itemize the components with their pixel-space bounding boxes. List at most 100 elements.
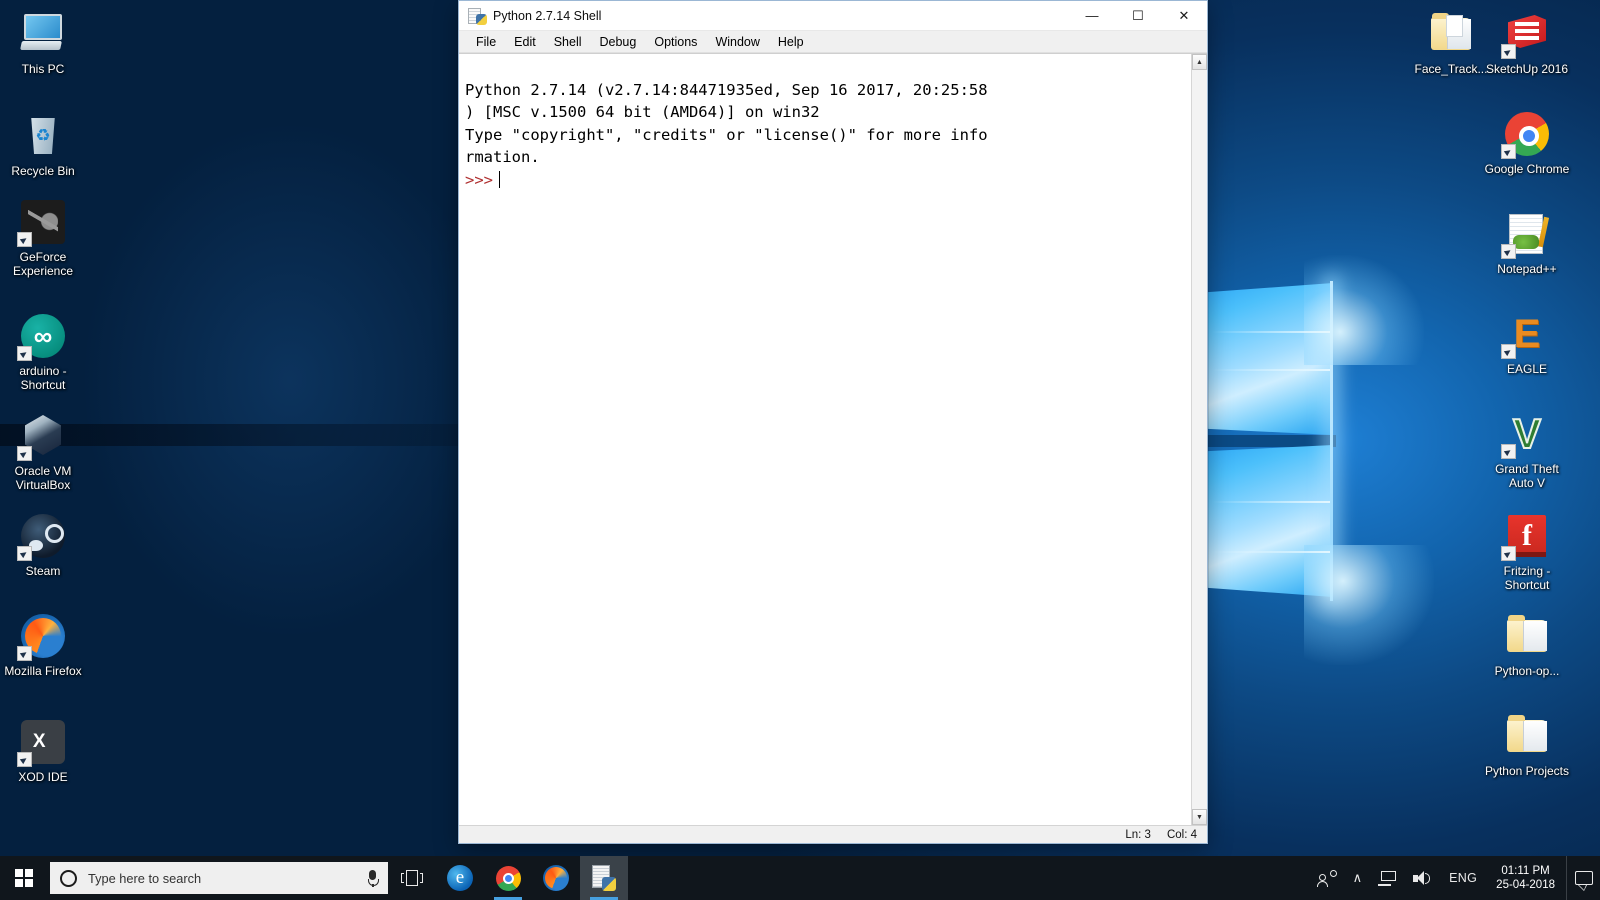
shortcut-overlay-icon: [1501, 546, 1516, 561]
scrollbar-track[interactable]: [1192, 70, 1207, 809]
action-center-button[interactable]: [1566, 856, 1600, 900]
icon-label: Grand Theft Auto V: [1495, 462, 1559, 490]
scroll-up-button[interactable]: ▲: [1192, 54, 1207, 70]
menu-debug[interactable]: Debug: [591, 33, 646, 51]
desktop-icon-sketchup-2016[interactable]: SketchUp 2016: [1484, 10, 1570, 76]
scroll-down-button[interactable]: ▼: [1192, 809, 1207, 825]
start-button[interactable]: [0, 856, 48, 900]
status-col: Col: 4: [1166, 828, 1197, 841]
desktop-icon-fritzing[interactable]: Fritzing - Shortcut: [1484, 512, 1570, 592]
edge-icon: e: [447, 865, 473, 891]
volume-button[interactable]: [1405, 856, 1441, 900]
desktop-icon-geforce-experience[interactable]: GeForce Experience: [0, 198, 86, 278]
shortcut-overlay-icon: [1501, 144, 1516, 159]
shell-line-1: Python 2.7.14 (v2.7.14:84471935ed, Sep 1…: [465, 80, 988, 99]
search-placeholder: Type here to search: [88, 870, 202, 886]
menu-file[interactable]: File: [467, 33, 505, 51]
shortcut-overlay-icon: [17, 752, 32, 767]
menu-edit[interactable]: Edit: [505, 33, 545, 51]
desktop-icon-face-track[interactable]: Face_Track...: [1408, 10, 1494, 76]
desktop-icon-mozilla-firefox[interactable]: Mozilla Firefox: [0, 612, 86, 678]
task-view-button[interactable]: [388, 856, 436, 900]
shell-line-3: Type "copyright", "credits" or "license(…: [465, 125, 988, 144]
eagle-icon: [1501, 310, 1551, 359]
taskbar-app-mozilla-firefox[interactable]: [532, 856, 580, 900]
shell-prompt: >>>: [465, 170, 493, 189]
menu-help[interactable]: Help: [769, 33, 813, 51]
vertical-scrollbar[interactable]: ▲ ▼: [1191, 54, 1207, 825]
python-shell-icon: [468, 7, 487, 25]
menubar[interactable]: File Edit Shell Debug Options Window Hel…: [459, 31, 1207, 53]
hero-streak: [1212, 331, 1330, 333]
desktop-icon-arduino[interactable]: arduino - Shortcut: [0, 312, 86, 392]
window-title: Python 2.7.14 Shell: [493, 8, 602, 23]
desktop-icon-google-chrome[interactable]: Google Chrome: [1484, 110, 1570, 176]
system-tray[interactable]: ∧ ENG 01:11 PM 25-04-2018: [1310, 856, 1600, 900]
task-view-icon: [401, 870, 423, 886]
shortcut-overlay-icon: [17, 346, 32, 361]
icon-label: XOD IDE: [18, 770, 68, 784]
shell-line-2: ) [MSC v.1500 64 bit (AMD64)] on win32: [465, 103, 820, 122]
people-button[interactable]: [1310, 856, 1345, 900]
shortcut-overlay-icon: [1501, 244, 1516, 259]
menu-window[interactable]: Window: [706, 33, 768, 51]
shortcut-overlay-icon: [17, 446, 32, 461]
taskbar[interactable]: Type here to search e ∧ ENG 01:11 PM 25-…: [0, 856, 1600, 900]
icon-label: Notepad++: [1497, 262, 1557, 276]
desktop-icon-this-pc[interactable]: This PC: [0, 10, 86, 76]
notepadpp-icon: [1501, 210, 1551, 259]
gta-v-icon: [1501, 410, 1551, 459]
menu-shell[interactable]: Shell: [545, 33, 591, 51]
shortcut-overlay-icon: [1501, 44, 1516, 59]
this-pc-icon: [19, 10, 67, 58]
desktop-icon-virtualbox[interactable]: Oracle VM VirtualBox: [0, 412, 86, 492]
taskbar-app-microsoft-edge[interactable]: e: [436, 856, 484, 900]
icon-label: Mozilla Firefox: [4, 664, 82, 678]
shell-output-area[interactable]: Python 2.7.14 (v2.7.14:84471935ed, Sep 1…: [459, 53, 1207, 825]
window-titlebar[interactable]: Python 2.7.14 Shell — ☐ ✕: [459, 1, 1207, 31]
network-icon: [1378, 870, 1397, 886]
xod-icon: [17, 718, 67, 767]
shell-text[interactable]: Python 2.7.14 (v2.7.14:84471935ed, Sep 1…: [459, 54, 1191, 825]
chrome-icon: [495, 865, 521, 891]
maximize-button[interactable]: ☐: [1115, 1, 1161, 31]
windows-hero-logo: [1208, 255, 1434, 685]
desktop-icon-eagle[interactable]: EAGLE: [1484, 310, 1570, 376]
desktop-icon-steam[interactable]: Steam: [0, 512, 86, 578]
desktop-icon-xod-ide[interactable]: XOD IDE: [0, 718, 86, 784]
windows-logo-icon: [15, 869, 33, 887]
hero-streak: [1212, 501, 1330, 503]
desktop[interactable]: This PC Recycle Bin GeForce Experience a…: [0, 0, 1600, 900]
firefox-icon: [543, 865, 569, 891]
minimize-button[interactable]: —: [1069, 1, 1115, 31]
desktop-icon-recycle-bin[interactable]: Recycle Bin: [0, 112, 86, 178]
language-indicator[interactable]: ENG: [1441, 856, 1485, 900]
desktop-icon-notepadpp[interactable]: Notepad++: [1484, 210, 1570, 276]
search-input[interactable]: Type here to search: [50, 862, 388, 894]
hero-flare-bottom: [1304, 545, 1434, 665]
taskbar-app-google-chrome[interactable]: [484, 856, 532, 900]
icon-label: Face_Track...: [1414, 62, 1488, 76]
icon-label: GeForce Experience: [12, 250, 74, 278]
firefox-icon: [17, 612, 67, 661]
desktop-icon-python-op[interactable]: Python-op...: [1484, 612, 1570, 678]
microphone-icon[interactable]: [365, 869, 380, 887]
close-button[interactable]: ✕: [1161, 1, 1207, 31]
wallpaper-glow-left: [80, 120, 500, 640]
taskbar-app-python-shell[interactable]: [580, 856, 628, 900]
desktop-icon-gta-v[interactable]: Grand Theft Auto V: [1484, 410, 1570, 490]
show-hidden-icons-button[interactable]: ∧: [1345, 856, 1371, 900]
clock[interactable]: 01:11 PM 25-04-2018: [1485, 856, 1566, 900]
steam-icon: [17, 512, 67, 561]
network-button[interactable]: [1370, 856, 1405, 900]
search-icon: [60, 869, 77, 887]
text-caret: [499, 170, 500, 188]
icon-label: arduino - Shortcut: [19, 364, 67, 392]
desktop-icon-python-projects[interactable]: Python Projects: [1484, 712, 1570, 778]
python-shell-icon: [592, 865, 616, 891]
clock-date: 25-04-2018: [1496, 879, 1555, 891]
menu-options[interactable]: Options: [645, 33, 706, 51]
icon-label: EAGLE: [1506, 362, 1548, 376]
python-shell-window[interactable]: Python 2.7.14 Shell — ☐ ✕ File Edit Shel…: [458, 0, 1208, 844]
status-line: Ln: 3: [1125, 828, 1151, 841]
